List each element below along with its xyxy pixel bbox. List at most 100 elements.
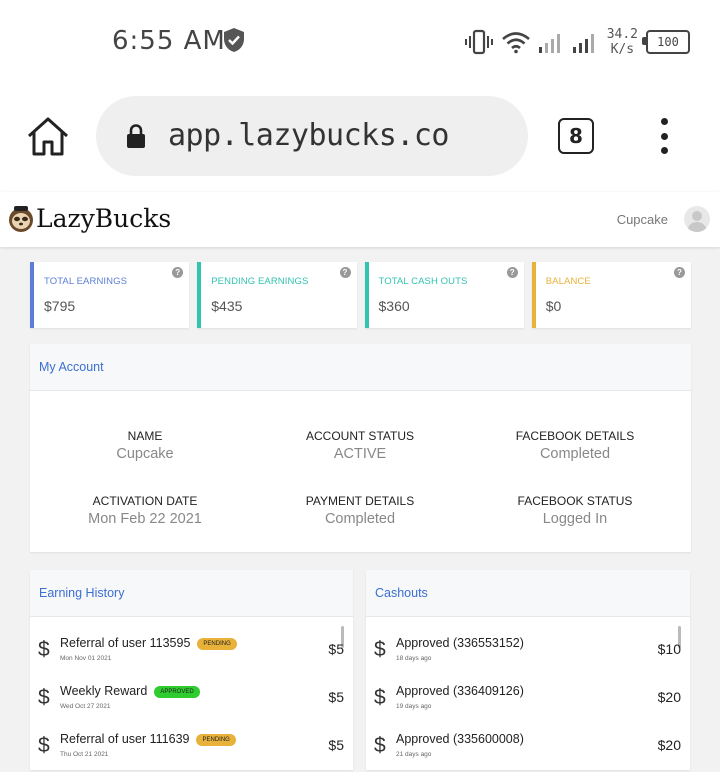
item-date: 21 days ago [396,751,432,758]
stat-accent-bar [30,262,34,328]
field-label: NAME [127,429,163,443]
status-indicators: 34.2 K/s 100 [464,22,690,62]
stat-card-pending-earnings: PENDING EARNINGS $435 ? [197,262,357,328]
stat-label: PENDING EARNINGS [211,276,309,287]
signal-icon-2 [572,34,594,53]
stat-accent-bar [531,262,536,328]
dollar-icon: $ [38,734,50,757]
cashouts-panel: Cashouts $ Approved (336553152) 18 days … [366,570,690,770]
field-value: Logged In [542,511,608,527]
url-text: app.lazybucks.co [168,118,449,153]
dollar-icon: $ [374,638,386,661]
item-title: Referral of user 111639 PENDING [60,732,236,746]
signal-icon-1 [538,34,560,53]
sloth-mascot-icon [9,205,33,232]
item-title-text: Weekly Reward [60,684,148,698]
item-amount: $5 [328,737,344,753]
help-icon[interactable]: ? [339,267,351,278]
browser-menu-button[interactable] [656,118,672,154]
help-icon[interactable]: ? [674,267,685,278]
account-field-status: ACCOUNT STATUS ACTIVE [250,429,470,462]
stat-value: $795 [44,298,76,314]
panel-title: My Account [39,360,104,374]
item-title-text: Referral of user 111639 [60,732,190,746]
list-item[interactable]: $ Referral of user 111639 PENDING Thu Oct… [30,724,353,772]
account-field-name: NAME Cupcake [35,429,255,462]
avatar[interactable] [684,206,710,232]
browser-toolbar: app.lazybucks.co 8 [0,82,720,192]
field-label: FACEBOOK DETAILS [515,429,635,443]
lock-icon [127,124,145,148]
panel-header: My Account [30,344,691,391]
field-label: ACCOUNT STATUS [305,429,414,443]
status-time: 6:55 AM [112,26,226,56]
field-label: PAYMENT DETAILS [305,494,415,508]
tab-switcher-button[interactable]: 8 [558,118,594,154]
item-date: Wed Oct 27 2021 [60,703,111,710]
stat-accent-bar [197,262,202,328]
tab-count: 8 [569,124,583,148]
panel-header: Cashouts [366,570,690,617]
list-item[interactable]: $ Weekly Reward APPROVED Wed Oct 27 2021 … [30,676,353,724]
item-title: Approved (336553152) [396,636,524,650]
stat-value: $435 [211,298,243,314]
status-bar: 6:55 AM 34.2 K/s 100 [0,0,720,82]
field-label: ACTIVATION DATE [92,494,198,508]
item-amount: $10 [657,641,681,657]
earning-history-panel: Earning History $ Referral of user 11359… [30,570,353,770]
account-field-facebook-details: FACEBOOK DETAILS Completed [465,429,685,462]
stat-card-total-cash-outs: TOTAL CASH OUTS $360 ? [364,262,524,328]
item-title: Referral of user 113595 PENDING [60,636,237,650]
item-amount: $5 [328,641,344,657]
network-speed-unit: K/s [610,42,635,57]
item-date: 18 days ago [396,655,432,662]
stat-card-total-earnings: TOTAL EARNINGS $795 ? [30,262,190,328]
network-speed-value: 34.2 [606,27,638,42]
user-avatar-icon [687,211,707,232]
list-item[interactable]: $ Approved (336553152) 18 days ago $10 [366,628,690,676]
account-field-payment-details: PAYMENT DETAILS Completed [250,494,470,527]
field-value: Cupcake [116,446,174,462]
address-bar[interactable]: app.lazybucks.co [96,96,528,176]
list-item[interactable]: $ Approved (335600008) 21 days ago $20 [366,724,690,772]
shield-check-icon [224,28,244,52]
field-value: ACTIVE [333,446,387,462]
stat-value: $360 [378,298,410,314]
item-date: Thu Oct 21 2021 [60,751,109,758]
wifi-icon [501,32,530,54]
field-label: FACEBOOK STATUS [517,494,633,508]
item-date: Mon Nov 01 2021 [60,655,112,662]
menu-dot [660,132,668,140]
help-icon[interactable]: ? [172,267,184,278]
field-value: Completed [539,446,611,462]
app-header: LazyBucks Cupcake [0,192,720,247]
stat-label: BALANCE [545,276,591,287]
list-item[interactable]: $ Approved (336409126) 19 days ago $20 [366,676,690,724]
menu-dot [660,147,668,154]
menu-dot [660,118,668,125]
home-icon[interactable] [26,116,70,156]
stat-label: TOTAL EARNINGS [44,276,128,287]
network-speed: 34.2 K/s [607,27,638,57]
item-title-text: Referral of user 113595 [60,636,191,650]
stat-label: TOTAL CASH OUTS [378,276,468,287]
stats-row: TOTAL EARNINGS $795 ? PENDING EARNINGS $… [30,262,691,328]
dollar-icon: $ [374,734,386,757]
my-account-panel: My Account NAME Cupcake ACCOUNT STATUS A… [30,344,691,552]
account-field-activation-date: ACTIVATION DATE Mon Feb 22 2021 [35,494,255,527]
item-amount: $5 [328,689,344,705]
logo[interactable]: LazyBucks [8,204,171,233]
help-icon[interactable]: ? [506,267,518,278]
status-badge: PENDING [197,638,237,650]
stat-accent-bar [364,262,369,328]
field-value: Completed [324,511,396,527]
item-date: 19 days ago [396,703,432,710]
status-badge: APPROVED [154,686,200,698]
brand-name: LazyBucks [36,204,172,233]
list-item[interactable]: $ Referral of user 113595 PENDING Mon Nov… [30,628,353,676]
status-badge: PENDING [196,734,236,746]
panel-title: Cashouts [375,586,428,600]
header-username[interactable]: Cupcake [617,212,668,227]
field-value: Mon Feb 22 2021 [88,511,202,527]
item-amount: $20 [657,689,681,705]
